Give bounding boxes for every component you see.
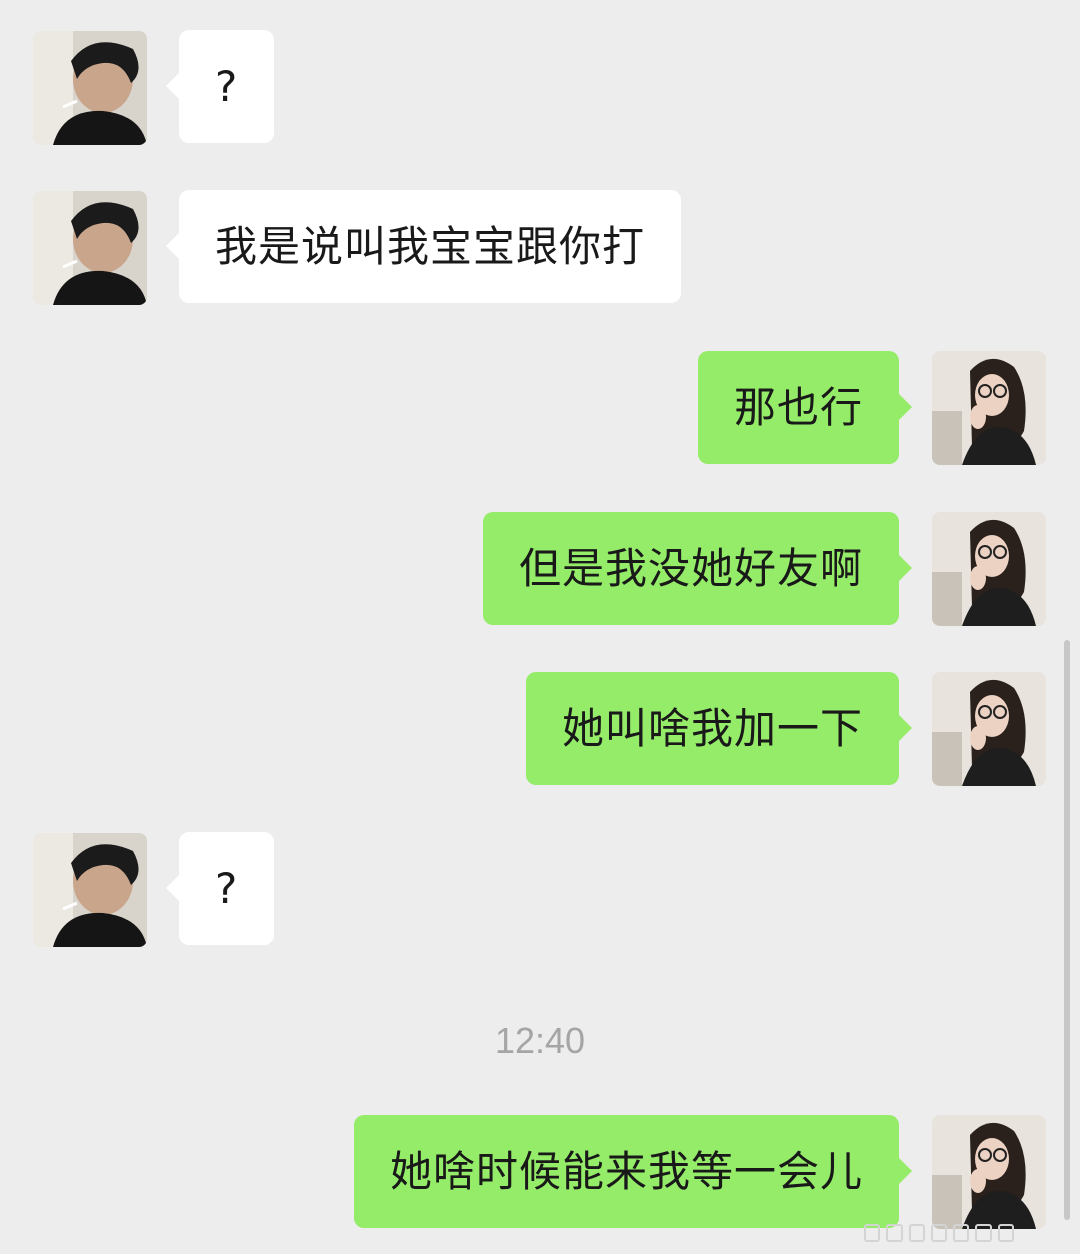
chat-view: ? 我是说叫我宝宝跟你打 那也行 但是我没她好友啊 她叫啥我加一下 ? 12:4… [0, 0, 1080, 1254]
message-text: 那也行 [733, 383, 863, 432]
avatar-woman-icon [932, 672, 1046, 786]
message-timestamp: 12:40 [494, 1020, 586, 1061]
chat-scrollbar[interactable] [1064, 640, 1070, 1220]
message-text: 我是说叫我宝宝跟你打 [215, 222, 646, 271]
message-text: 她啥时候能来我等一会儿 [389, 1147, 863, 1196]
message-bubble[interactable]: 我是说叫我宝宝跟你打 [165, 190, 682, 303]
message-text: ? [215, 864, 239, 913]
message-bubble[interactable]: 那也行 [697, 351, 913, 464]
avatar-woman-icon [932, 1115, 1046, 1229]
message-bubble[interactable]: 但是我没她好友啊 [482, 512, 913, 625]
message-bubble[interactable]: ? [165, 30, 275, 143]
avatar-woman-icon [932, 512, 1046, 626]
message-text: 她叫啥我加一下 [561, 704, 863, 753]
message-text: 但是我没她好友啊 [518, 544, 863, 593]
watermark [864, 1222, 1014, 1244]
contact-avatar[interactable] [33, 833, 147, 947]
self-avatar[interactable] [932, 1115, 1046, 1229]
contact-avatar[interactable] [33, 191, 147, 305]
message-bubble[interactable]: ? [165, 832, 275, 945]
self-avatar[interactable] [932, 672, 1046, 786]
avatar-woman-icon [932, 351, 1046, 465]
message-bubble[interactable]: 她叫啥我加一下 [525, 672, 913, 785]
self-avatar[interactable] [932, 351, 1046, 465]
avatar-man-icon [33, 31, 147, 145]
message-bubble[interactable]: 她啥时候能来我等一会儿 [353, 1115, 913, 1228]
self-avatar[interactable] [932, 512, 1046, 626]
contact-avatar[interactable] [33, 31, 147, 145]
avatar-man-icon [33, 833, 147, 947]
message-text: ? [215, 62, 239, 111]
avatar-man-icon [33, 191, 147, 305]
